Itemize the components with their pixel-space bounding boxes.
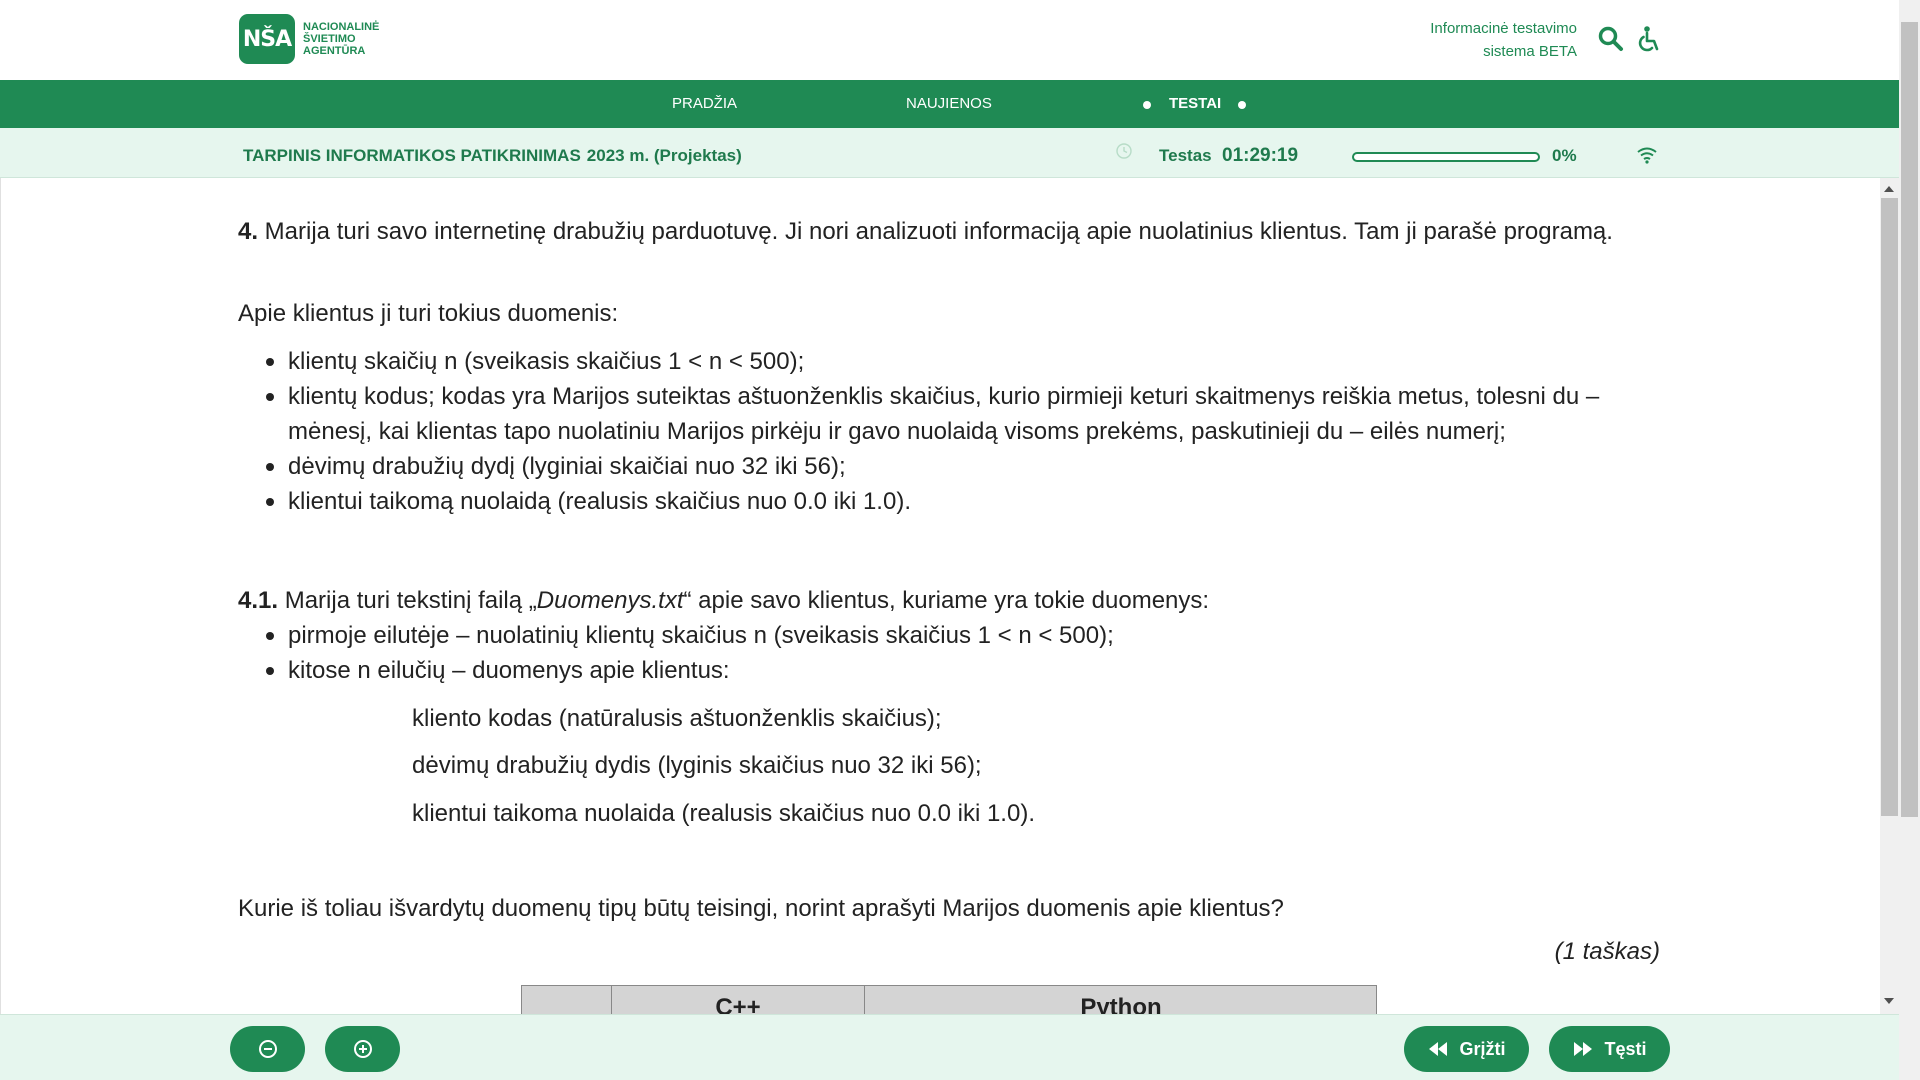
content-scroll-thumb[interactable]	[1881, 198, 1898, 816]
system-title: Informacinė testavimo sistema BETA	[1387, 17, 1577, 63]
question-content: 4. Marija turi savo internetinę drabužių…	[0, 178, 1880, 1014]
search-icon[interactable]	[1597, 25, 1625, 53]
nav-item-testai[interactable]: TESTAI	[1169, 80, 1221, 128]
data-types-table: C++ Python	[521, 985, 1377, 1014]
system-title-line1: Informacinė testavimo	[1430, 20, 1577, 37]
page-scroll-thumb[interactable]	[1901, 22, 1918, 817]
question-prompt: Kurie iš toliau išvardytų duomenų tipų b…	[238, 895, 1284, 922]
question-intro-text: Marija turi savo internetinę drabužių pa…	[258, 218, 1613, 245]
exam-year: 2023 m. (Projektas)	[586, 146, 742, 165]
back-button-label: Grįžti	[1459, 1038, 1506, 1059]
progress-label: 0%	[1552, 146, 1577, 165]
logo-mark: NŠA	[239, 14, 295, 64]
exam-title: TARPINIS INFORMATIKOS PATIKRINIMAS 2023 m…	[243, 128, 742, 184]
footer-toolbar: Grįžti Tęsti	[0, 1014, 1899, 1080]
indented-line: dėvimų drabužių dydis (lyginis skaičius …	[412, 752, 982, 779]
subquestion-intro: 4.1. Marija turi tekstinį failą „Duomeny…	[238, 583, 1668, 618]
list-item: dėvimų drabužių dydį (lyginiai skaičiai …	[266, 449, 1688, 484]
file-structure-bullets: pirmoje eilutėje – nuolatinių klientų sk…	[266, 618, 1688, 688]
main-nav: PRADŽIA NAUJIENOS TESTAI	[0, 80, 1899, 128]
list-item: klientui taikomą nuolaidą (realusis skai…	[266, 484, 1688, 519]
subquestion-text-a: Marija turi tekstinį failą „	[278, 587, 537, 614]
zoom-out-icon	[258, 1040, 277, 1058]
system-title-line2: sistema BETA	[1483, 43, 1577, 60]
nav-active-dot-right	[1238, 101, 1246, 109]
question-number: 4.	[238, 218, 259, 245]
next-button-label: Tęsti	[1604, 1038, 1647, 1059]
timer-value: 01:29:19	[1222, 145, 1299, 166]
zoom-in-icon	[353, 1040, 372, 1058]
table-header-cpp: C++	[612, 986, 865, 1014]
zoom-out-button[interactable]	[230, 1026, 305, 1072]
file-name: Duomenys.txt	[536, 587, 684, 614]
logo-text: Nacionalinė švietimo agentūra	[303, 21, 380, 57]
progress-bar	[1352, 152, 1540, 162]
nav-item-naujienos[interactable]: NAUJIENOS	[906, 80, 992, 128]
data-bullets: klientų skaičių n (sveikasis skaičius 1 …	[266, 344, 1688, 519]
table-header-empty	[522, 986, 612, 1014]
table-header-python: Python	[1080, 994, 1162, 1014]
list-item: pirmoje eilutėje – nuolatinių klientų sk…	[266, 618, 1688, 653]
indented-line: klientui taikoma nuolaida (realusis skai…	[412, 800, 1035, 827]
clock-icon	[1116, 143, 1132, 159]
wifi-icon	[1637, 147, 1657, 164]
list-item: klientų skaičių n (sveikasis skaičius 1 …	[266, 344, 1688, 379]
data-intro: Apie klientus ji turi tokius duomenis:	[238, 300, 619, 327]
rewind-icon	[1429, 1042, 1448, 1056]
subquestion-number: 4.1.	[238, 587, 279, 614]
test-info-bar: TARPINIS INFORMATIKOS PATIKRINIMAS 2023 m…	[0, 128, 1899, 178]
fast-forward-icon	[1574, 1042, 1593, 1056]
list-item: klientų kodus; kodas yra Marijos suteikt…	[266, 379, 1688, 449]
list-item: kitose n eilučių – duomenys apie klientu…	[266, 653, 1688, 688]
points-label: (1 taškas)	[1554, 938, 1660, 965]
nav-item-pradzia[interactable]: PRADŽIA	[672, 80, 737, 128]
question-intro: 4. Marija turi savo internetinę drabužių…	[238, 214, 1668, 249]
back-button[interactable]: Grįžti	[1404, 1026, 1529, 1072]
indented-line: kliento kodas (natūralusis aštuonženklis…	[412, 705, 942, 732]
subquestion-text-b: “ apie savo klientus, kuriame yra tokie …	[683, 587, 1210, 614]
scroll-down-arrow[interactable]	[1884, 998, 1894, 1004]
scroll-up-arrow[interactable]	[1884, 186, 1894, 192]
site-header: NŠA Nacionalinė švietimo agentūra Inform…	[0, 0, 1899, 80]
accessibility-icon[interactable]	[1635, 25, 1663, 53]
timer-label: Testas	[1159, 146, 1212, 165]
nsa-logo[interactable]: NŠA Nacionalinė švietimo agentūra	[239, 14, 413, 64]
nav-active-dot-left	[1143, 101, 1151, 109]
next-button[interactable]: Tęsti	[1549, 1026, 1670, 1072]
exam-name: TARPINIS INFORMATIKOS PATIKRINIMAS	[243, 146, 581, 165]
zoom-in-button[interactable]	[325, 1026, 400, 1072]
